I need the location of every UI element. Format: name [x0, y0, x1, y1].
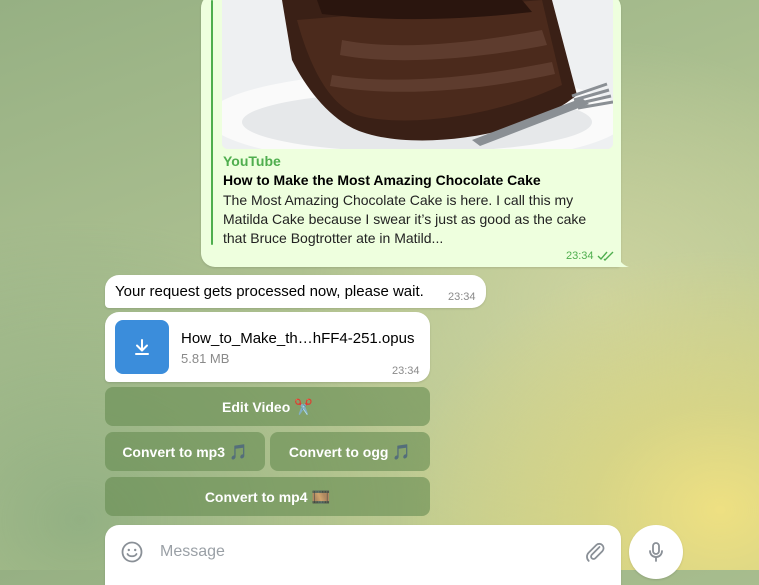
convert-mp3-button[interactable]: Convert to mp3 🎵 [105, 432, 265, 471]
button-label: Edit Video [222, 398, 291, 415]
link-preview-title: How to Make the Most Amazing Chocolate C… [223, 172, 541, 188]
button-label: Convert to mp4 [204, 488, 308, 505]
double-check-icon [597, 251, 614, 261]
link-preview-description: The Most Amazing Chocolate Cake is here.… [223, 192, 587, 246]
link-preview-image[interactable] [222, 0, 613, 149]
link-preview-site: YouTube [223, 153, 281, 169]
edit-video-button[interactable]: Edit Video ✂️ [105, 387, 430, 426]
file-name[interactable]: How_to_Make_th…hFF4-251.opus [181, 330, 414, 347]
download-icon [135, 339, 149, 355]
music-note-icon: 🎵 [229, 443, 248, 461]
status-message-text: Your request gets processed now, please … [115, 283, 424, 300]
message-time: 23:34 [566, 250, 594, 262]
button-label: Convert to mp3 [122, 443, 225, 460]
message-input[interactable] [160, 541, 570, 563]
message-time: 23:34 [448, 291, 476, 303]
convert-mp4-button[interactable]: Convert to mp4 🎞️ [105, 477, 430, 516]
film-frames-icon: 🎞️ [311, 488, 331, 506]
microphone-icon [649, 542, 663, 562]
download-button[interactable] [115, 320, 169, 374]
link-preview-accent-bar [211, 0, 213, 245]
message-time: 23:34 [392, 365, 420, 377]
music-note-icon: 🎵 [392, 443, 412, 461]
convert-ogg-button[interactable]: Convert to ogg 🎵 [270, 432, 430, 471]
scissors-icon: ✂️ [294, 398, 313, 416]
button-label: Convert to ogg [288, 443, 389, 460]
smile-icon[interactable] [120, 540, 144, 564]
file-size: 5.81 MB [181, 351, 230, 366]
voice-record-button[interactable] [629, 525, 683, 579]
paperclip-icon[interactable] [583, 540, 607, 564]
chocolate-cake-image [222, 0, 613, 149]
